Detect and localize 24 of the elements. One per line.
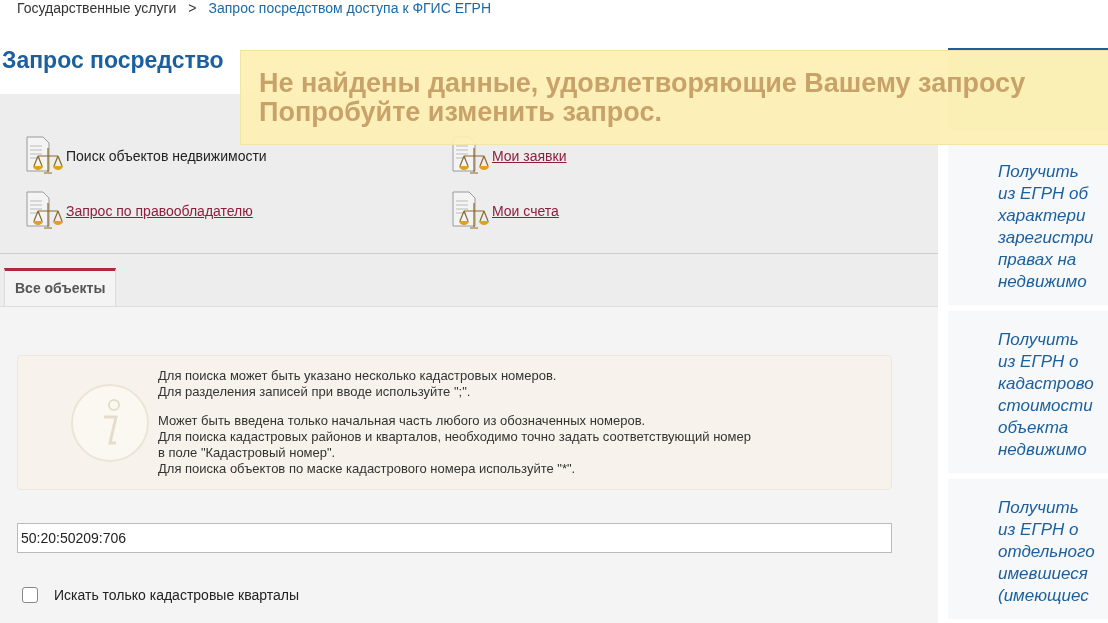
document-scales-icon — [450, 191, 490, 231]
document-scales-icon — [24, 136, 64, 176]
breadcrumb-link[interactable]: Государственные услуги — [17, 0, 177, 16]
breadcrumb-separator: > — [188, 0, 197, 16]
service-card[interactable]: Получить из ЕГРН об характери зарегистри правах на недвижимо — [948, 143, 1108, 305]
service-card[interactable]: Получить из ЕГРН о кадастрово стоимости объекта недвижимо — [948, 311, 1108, 473]
service-card[interactable]: Получить из ЕГРН о отдельного имевшиеся (имеющиес — [948, 479, 1108, 619]
checkbox[interactable] — [22, 587, 38, 603]
checkbox-label: Искать только кадастровые кварталы — [54, 587, 299, 603]
quick-link[interactable]: Мои счета — [492, 203, 559, 219]
document-scales-icon — [24, 191, 64, 231]
alert-text: Попробуйте изменить запрос. — [259, 98, 662, 127]
cadastral-number-field[interactable]: 50:20:50209:706 — [17, 523, 892, 553]
info-icon — [70, 382, 150, 463]
service-description: Получить из ЕГРН о отдельного имевшиеся (имеющиес — [998, 497, 1096, 607]
tab[interactable]: Все объекты — [4, 268, 117, 306]
info-text: Для поиска может быть указано несколько кадастровых номеров. Для разделения записей при вводе используйте ";". — [158, 368, 558, 400]
quick-link[interactable]: Запрос по правообладателю — [66, 203, 253, 219]
service-description: Получить из ЕГРН о кадастрово стоимости объекта недвижимо — [998, 329, 1095, 461]
breadcrumb-link[interactable]: Запрос посредством доступа к ФГИС ЕГРН — [208, 0, 492, 16]
service-description: Получить из ЕГРН об характери зарегистри правах на недвижимо — [998, 161, 1095, 293]
quick-link[interactable]: Мои заявки — [492, 148, 567, 164]
quick-link[interactable]: Поиск объектов недвижимости — [66, 148, 267, 164]
info-text: Может быть введена только начальная часть любого из обозначенных номеров. Для поиска кадастровых районов и кварталов, необходимо точно задать соответствующий номер в поле "Кадастровый номер". Для поиска объектов по маске кадастрового номера используйте "*". — [158, 413, 751, 477]
